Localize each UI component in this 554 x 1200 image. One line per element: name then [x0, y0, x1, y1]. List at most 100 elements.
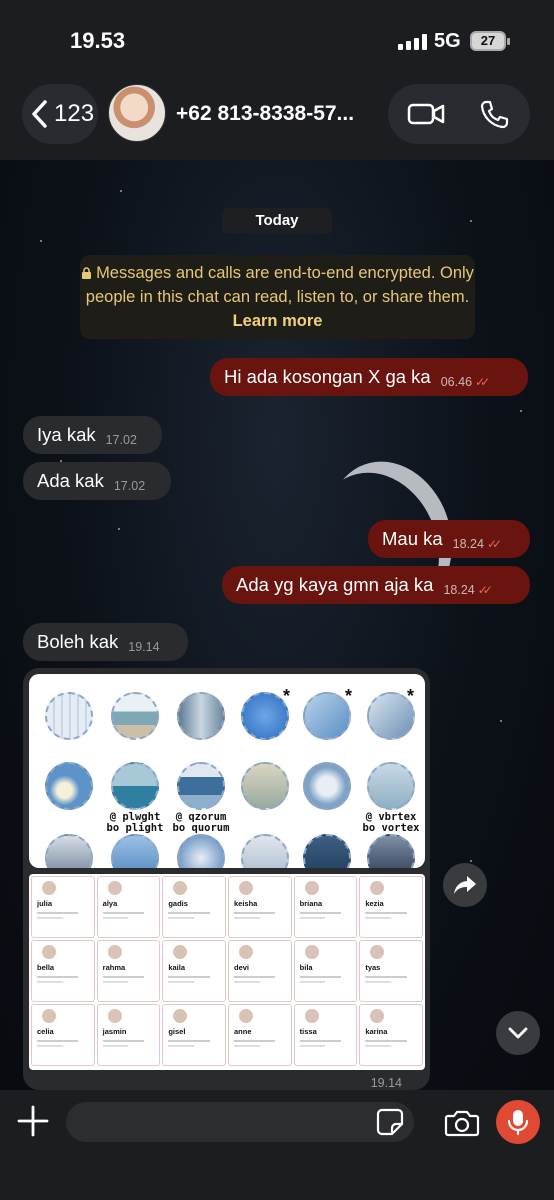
signal-strength-icon [398, 34, 427, 50]
profile-detail-line [234, 912, 276, 914]
chevron-left-icon [32, 100, 47, 128]
profile-detail-line [234, 1045, 260, 1047]
profile-name: keisha [234, 899, 258, 908]
profile-detail-line [234, 1040, 276, 1042]
profile-name: karina [365, 1027, 388, 1036]
profile-picture [42, 1009, 56, 1023]
sticker-icon[interactable] [376, 1108, 404, 1136]
profile-detail-line [37, 1040, 79, 1042]
profile-picture [370, 945, 385, 959]
profile-card: rahma [96, 940, 161, 1002]
message-text: Iya kak [37, 424, 96, 445]
profile-detail-line [299, 1040, 341, 1042]
message-time: 19.14 [128, 640, 160, 654]
profile-name: tissa [299, 1027, 317, 1036]
status-time: 19.53 [70, 28, 126, 53]
profile-card: jasmin [96, 1004, 161, 1066]
profile-detail-line [365, 981, 392, 983]
profile-detail-line [168, 976, 210, 978]
message-bubble-outgoing[interactable]: Hi ada kosongan X ga ka 06.46 ✓✓ [210, 358, 528, 396]
media-image-highlights[interactable]: * * * @ plwght bo plight @ qzorum bo quo… [29, 674, 425, 868]
profile-picture [42, 881, 56, 895]
chat-header: 123 +62 813-8338-57... [0, 80, 554, 160]
message-bubble-outgoing[interactable]: Ada yg kaya gmn aja ka 18.24 ✓✓ [222, 566, 530, 604]
highlight-label: bo quorum [172, 822, 230, 834]
message-text: Boleh kak [37, 631, 119, 652]
profile-card: tissa [293, 1004, 358, 1066]
read-receipt-icon: ✓✓ [475, 375, 490, 389]
back-button[interactable]: 123 [22, 84, 98, 144]
profile-detail-line [299, 912, 341, 914]
forward-button[interactable] [443, 863, 487, 907]
learn-more-link[interactable]: Learn more [233, 312, 323, 330]
profile-picture [107, 1009, 122, 1023]
profile-detail-line [234, 976, 276, 978]
profile-name: julia [37, 899, 53, 908]
profile-name: celia [37, 1027, 54, 1036]
profile-picture [239, 945, 253, 959]
contact-avatar[interactable] [108, 84, 166, 142]
profile-detail-line [299, 1045, 326, 1047]
profile-card: gadis [162, 876, 226, 938]
status-bar: 19.53 5G 27 [0, 0, 554, 80]
profile-detail-line [37, 917, 63, 919]
message-bubble-incoming[interactable]: Ada kak 17.02 [23, 462, 171, 500]
profile-grid: julia alya gadis keisha briana kezia bella rahm… [31, 876, 423, 1066]
scroll-to-bottom-button[interactable] [496, 1011, 540, 1055]
profile-picture [173, 945, 188, 959]
encryption-text: Messages and calls are end-to-end encryp… [85, 264, 474, 306]
profile-detail-line [365, 1040, 407, 1042]
message-bubble-incoming[interactable]: Boleh kak 19.14 [23, 623, 188, 661]
profile-card: bila [293, 940, 358, 1002]
date-separator: Today [222, 208, 332, 234]
phone-icon[interactable] [478, 98, 510, 130]
message-bubble-outgoing[interactable]: Mau ka 18.24 ✓✓ [368, 520, 530, 558]
message-time: 18.24 [452, 537, 484, 551]
profile-picture [304, 881, 319, 895]
encryption-notice[interactable]: Messages and calls are end-to-end encryp… [80, 255, 475, 339]
message-bubble-incoming[interactable]: Iya kak 17.02 [23, 416, 162, 454]
media-image-profiles[interactable]: julia alya gadis keisha briana kezia bella rahm… [29, 874, 425, 1070]
profile-detail-line [365, 917, 392, 919]
profile-picture [239, 1009, 253, 1023]
read-receipt-icon: ✓✓ [477, 583, 493, 597]
profile-picture [370, 881, 385, 895]
profile-detail-line [102, 917, 129, 919]
profile-card: kezia [359, 876, 423, 938]
microphone-button[interactable] [496, 1100, 540, 1144]
video-camera-icon[interactable] [406, 98, 446, 130]
profile-name: anne [234, 1027, 252, 1036]
profile-name: tyas [365, 963, 381, 972]
highlight-label: bo vortex [362, 822, 420, 834]
profile-name: bila [299, 963, 313, 972]
plus-icon[interactable] [16, 1104, 50, 1138]
message-text: Hi ada kosongan X ga ka [224, 366, 431, 387]
profile-detail-line [365, 976, 407, 978]
message-time: 17.02 [113, 479, 146, 493]
call-controls [388, 84, 530, 144]
message-input[interactable] [66, 1102, 414, 1142]
profile-name: kaila [168, 963, 186, 972]
profile-card: keisha [228, 876, 292, 938]
profile-card: karina [359, 1004, 423, 1066]
unread-count: 123 [54, 100, 95, 127]
profile-detail-line [102, 912, 144, 914]
profile-picture [304, 945, 319, 959]
camera-icon[interactable] [444, 1108, 480, 1138]
contact-name[interactable]: +62 813-8338-57... [176, 102, 376, 126]
profile-card: gisel [162, 1004, 226, 1066]
profile-picture [42, 945, 56, 959]
profile-detail-line [234, 981, 260, 983]
profile-name: alya [102, 899, 118, 908]
message-text: Ada yg kaya gmn aja ka [236, 574, 434, 595]
profile-card: julia [31, 876, 95, 938]
media-message[interactable]: * * * @ plwght bo plight @ qzorum bo quo… [23, 668, 430, 1090]
profile-detail-line [102, 976, 144, 978]
message-time: 18.24 [443, 583, 475, 597]
profile-picture [239, 881, 253, 895]
forward-icon [454, 876, 476, 894]
profile-card: devi [228, 940, 292, 1002]
profile-card: bella [31, 940, 95, 1002]
profile-detail-line [102, 981, 129, 983]
profile-detail-line [168, 1045, 195, 1047]
